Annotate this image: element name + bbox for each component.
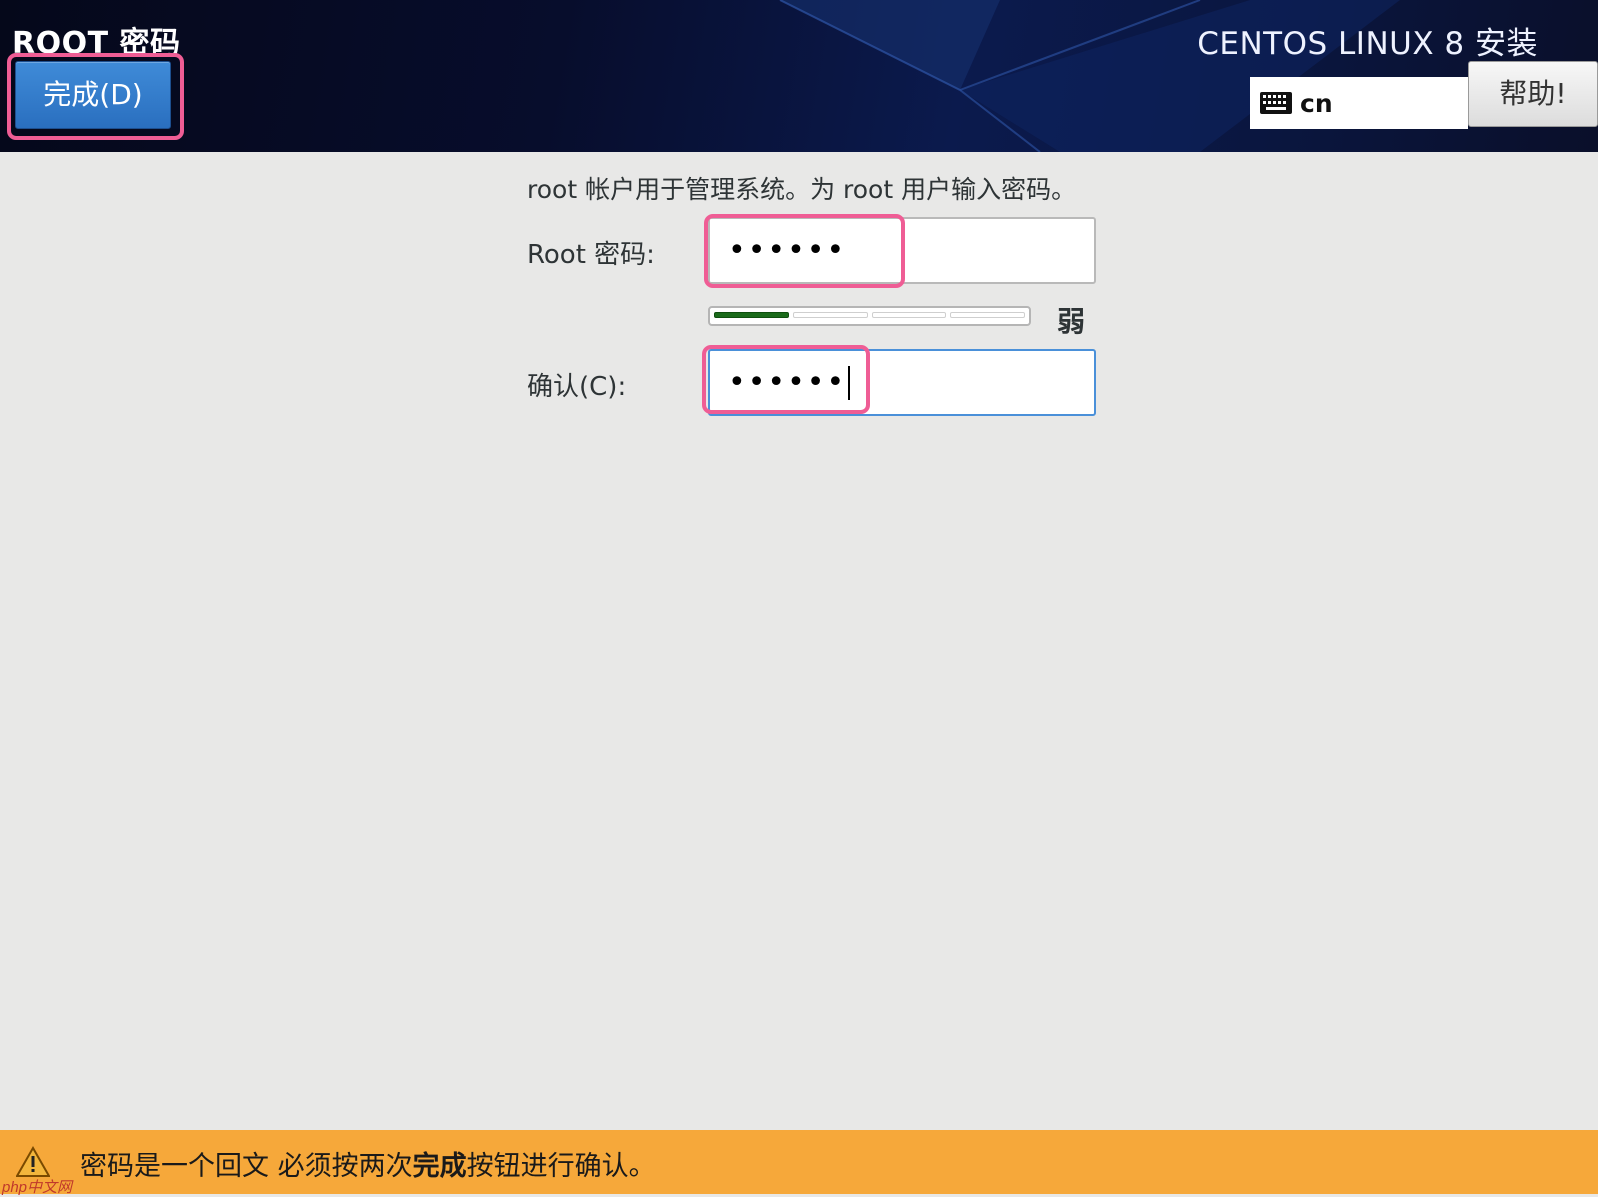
warning-icon [16,1146,50,1177]
intro-text: root 帐户用于管理系统。为 root 用户输入密码。 [527,175,1077,204]
strength-segment [714,312,789,318]
warning-message: 密码是一个回文 必须按两次完成按钮进行确认。 [80,1144,656,1183]
strength-segment [871,312,947,318]
keyboard-layout-label: cn [1300,88,1333,118]
keyboard-icon [1260,92,1292,114]
root-password-label: Root 密码: [527,240,655,270]
confirm-password-label: 确认(C): [527,372,627,402]
password-strength-meter [708,306,1031,326]
warning-text-bold: 完成 [412,1151,467,1182]
help-button[interactable]: 帮助! [1468,61,1598,127]
password-strength-label: 弱 [1057,305,1086,338]
warning-text-part2: 按钮进行确认。 [466,1151,656,1182]
keyboard-layout-indicator[interactable]: cn [1250,77,1468,129]
strength-segment [950,312,1025,318]
confirm-password-value: •••••• [728,365,847,400]
root-password-field[interactable]: •••••• [708,217,1096,284]
warning-text-part1: 密码是一个回文 必须按两次 [80,1151,413,1182]
text-caret [848,365,851,400]
product-title: CENTOS LINUX 8 安装 [1197,26,1538,62]
header-bar: ROOT 密码 完成(D) CENTOS LINUX 8 安装 cn 帮助! [0,0,1598,152]
done-button[interactable]: 完成(D) [15,61,171,129]
warning-bar: 密码是一个回文 必须按两次完成按钮进行确认。 [0,1130,1598,1194]
strength-segment [792,312,868,318]
root-password-value: •••••• [728,233,847,268]
page-title: ROOT 密码 [12,26,181,61]
confirm-password-field[interactable]: •••••• [708,349,1096,416]
